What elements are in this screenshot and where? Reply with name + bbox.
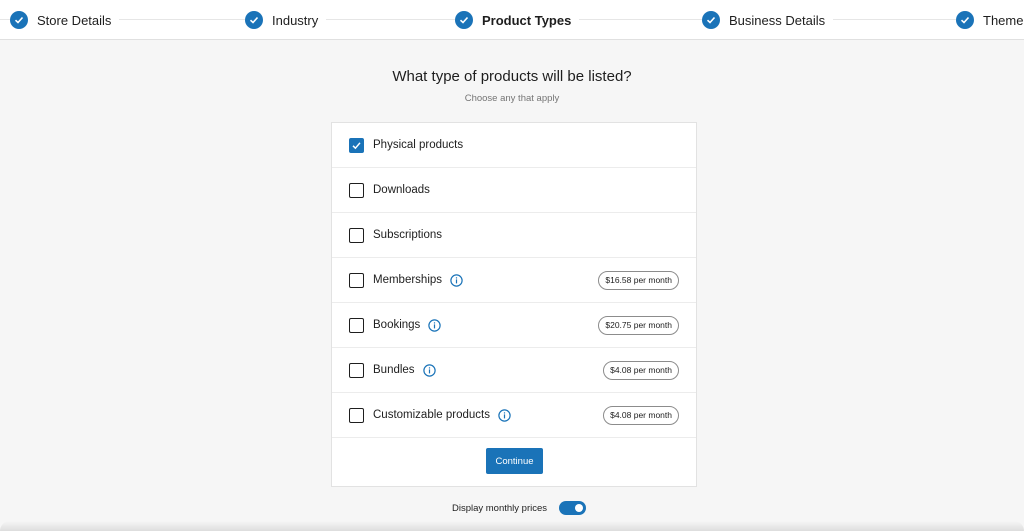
option-label: Physical products: [373, 139, 464, 151]
check-circle-icon: [702, 11, 720, 29]
check-circle-icon: [956, 11, 974, 29]
info-icon[interactable]: [428, 318, 442, 332]
option-label: Customizable products: [373, 409, 490, 421]
option-bookings[interactable]: Bookings $20.75 per month: [332, 303, 696, 348]
check-circle-icon: [245, 11, 263, 29]
checkmark-icon: [352, 141, 361, 149]
checkbox[interactable]: [349, 317, 364, 333]
option-customizable-products[interactable]: Customizable products $4.08 per month: [332, 393, 696, 438]
info-icon[interactable]: [422, 363, 436, 377]
checkbox[interactable]: [349, 182, 364, 198]
step-label: Product Types: [482, 12, 572, 28]
option-bundles[interactable]: Bundles $4.08 per month: [332, 348, 696, 393]
option-subscriptions[interactable]: Subscriptions: [332, 213, 696, 258]
option-physical-products[interactable]: Physical products: [332, 123, 696, 168]
checkbox[interactable]: [349, 272, 364, 288]
price-badge: $4.08 per month: [603, 406, 679, 425]
option-label: Bundles: [373, 364, 415, 376]
continue-button[interactable]: Continue: [486, 448, 543, 474]
option-memberships[interactable]: Memberships $16.58 per month: [332, 258, 696, 303]
option-label: Subscriptions: [373, 229, 443, 241]
info-icon[interactable]: [450, 273, 463, 287]
price-badge: $4.08 per month: [603, 361, 679, 380]
checkbox[interactable]: [349, 407, 364, 423]
step-theme[interactable]: Theme: [956, 10, 1024, 30]
bottom-panel-edge: [0, 521, 1024, 531]
step-business-details[interactable]: Business Details: [702, 10, 834, 30]
checkbox[interactable]: [349, 227, 364, 243]
price-badge: $16.58 per month: [598, 271, 679, 290]
checkbox[interactable]: [349, 362, 364, 378]
price-badge: $20.75 per month: [598, 316, 679, 335]
step-label: Store Details: [37, 12, 112, 28]
option-label: Memberships: [373, 274, 443, 286]
checkbox[interactable]: [349, 137, 364, 153]
step-label: Business Details: [729, 12, 826, 28]
toggle-label: Display monthly prices: [451, 502, 548, 514]
option-label: Downloads: [373, 184, 430, 196]
option-label: Bookings: [373, 319, 421, 331]
step-store-details[interactable]: Store Details: [10, 10, 120, 30]
page-subtitle: Choose any that apply: [464, 93, 560, 104]
page-title: What type of products will be listed?: [392, 68, 632, 85]
setup-stepper: Store Details Industry Product Types Bus…: [0, 0, 1024, 40]
monthly-prices-toggle-row: Display monthly prices: [0, 500, 1024, 516]
step-product-types[interactable]: Product Types: [455, 10, 580, 30]
step-label: Theme: [983, 12, 1024, 28]
toggle-knob: [575, 504, 584, 512]
step-label: Industry: [272, 12, 319, 28]
monthly-prices-toggle[interactable]: [559, 501, 587, 515]
info-icon[interactable]: [498, 408, 511, 422]
option-downloads[interactable]: Downloads: [332, 168, 696, 213]
check-circle-icon: [455, 11, 473, 29]
step-industry[interactable]: Industry: [245, 10, 327, 30]
check-circle-icon: [10, 11, 28, 29]
product-types-card: Physical products Downloads Subscription…: [331, 122, 697, 487]
